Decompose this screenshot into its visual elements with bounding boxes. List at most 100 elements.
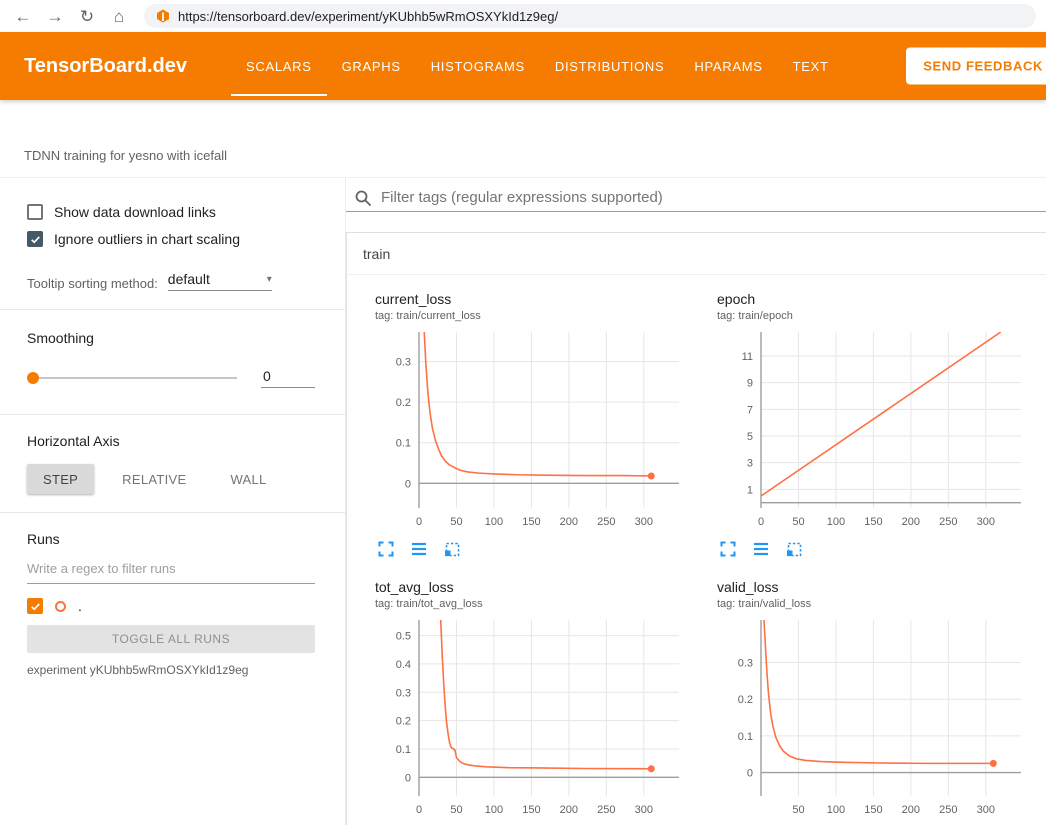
svg-text:300: 300 [635, 516, 653, 528]
svg-text:0: 0 [416, 516, 422, 528]
runs-filter-input[interactable] [27, 551, 315, 584]
axis-wall-button[interactable]: WALL [214, 464, 282, 494]
chart-title: valid_loss [705, 579, 1035, 595]
sidebar-section-smoothing: Smoothing 0 [0, 310, 345, 415]
chart-plot-tot_avg_loss[interactable]: 00.10.20.30.40.5050100150200250300 [363, 614, 685, 820]
chart-card-tot_avg_loss: tot_avg_losstag: train/tot_avg_loss00.10… [363, 579, 693, 825]
svg-text:250: 250 [597, 516, 615, 528]
run-name: . [78, 598, 82, 614]
back-icon[interactable]: ← [10, 8, 36, 25]
svg-text:150: 150 [864, 516, 882, 528]
sidebar-section-runs: Runs . TOGGLE ALL RUNS experiment yKUbhb… [0, 513, 345, 677]
svg-text:0.1: 0.1 [738, 731, 753, 743]
fit-domain-icon[interactable] [443, 540, 461, 563]
runs-label: Runs [27, 531, 315, 547]
svg-text:0.3: 0.3 [396, 357, 411, 369]
tab-text[interactable]: TEXT [778, 32, 844, 100]
sidebar-section-axis: Horizontal Axis STEP RELATIVE WALL [0, 415, 345, 513]
chart-card-current_loss: current_losstag: train/current_loss00.10… [363, 291, 693, 563]
svg-text:0: 0 [405, 478, 411, 490]
expand-icon[interactable] [377, 540, 395, 563]
reload-icon[interactable]: ↻ [74, 8, 100, 25]
ignore-outliers-row[interactable]: Ignore outliers in chart scaling [27, 231, 315, 247]
svg-text:50: 50 [450, 516, 462, 528]
tab-histograms[interactable]: HISTOGRAMS [416, 32, 540, 100]
svg-text:150: 150 [522, 804, 540, 816]
chart-toolbar [705, 540, 1035, 563]
chart-tag-subtitle: tag: train/epoch [705, 310, 1035, 322]
axis-button-group: STEP RELATIVE WALL [27, 464, 315, 494]
send-feedback-button[interactable]: SEND FEEDBACK [906, 48, 1046, 85]
data-table-icon[interactable] [752, 540, 770, 563]
run-checkbox[interactable] [27, 598, 43, 614]
slider-thumb[interactable] [27, 372, 39, 384]
tooltip-sorting-value: default [168, 271, 210, 287]
address-bar[interactable]: https://tensorboard.dev/experiment/yKUbh… [144, 4, 1036, 28]
tag-filter-input[interactable] [381, 189, 1046, 206]
chart-tag-subtitle: tag: train/tot_avg_loss [363, 598, 693, 610]
tooltip-sorting-select[interactable]: default ▾ [168, 271, 272, 291]
ignore-outliers-checkbox[interactable] [27, 231, 43, 247]
tag-group-train: train current_losstag: train/current_los… [346, 232, 1046, 825]
title-band: TDNN training for yesno with icefall [0, 100, 1046, 178]
svg-text:1: 1 [747, 484, 753, 496]
tab-scalars[interactable]: SCALARS [231, 32, 327, 100]
chart-plot-epoch[interactable]: 1357911050100150200250300 [705, 326, 1027, 532]
chart-plot-valid_loss[interactable]: 00.10.20.350100150200250300 [705, 614, 1027, 820]
svg-text:50: 50 [792, 804, 804, 816]
svg-text:200: 200 [560, 516, 578, 528]
run-color-swatch [55, 601, 66, 612]
experiment-title: TDNN training for yesno with icefall [24, 148, 227, 163]
svg-text:100: 100 [485, 516, 503, 528]
axis-relative-button[interactable]: RELATIVE [106, 464, 202, 494]
smoothing-slider[interactable] [27, 377, 237, 379]
svg-text:50: 50 [792, 516, 804, 528]
home-icon[interactable]: ⌂ [106, 8, 132, 25]
expand-icon[interactable] [719, 540, 737, 563]
tab-distributions[interactable]: DISTRIBUTIONS [540, 32, 680, 100]
chart-plot-current_loss[interactable]: 00.10.20.3050100150200250300 [363, 326, 685, 532]
svg-text:300: 300 [977, 516, 995, 528]
chart-card-epoch: epochtag: train/epoch1357911050100150200… [705, 291, 1035, 563]
charts-grid: current_losstag: train/current_loss00.10… [347, 275, 1046, 825]
forward-icon[interactable]: → [42, 8, 68, 25]
svg-text:300: 300 [635, 804, 653, 816]
svg-text:100: 100 [827, 516, 845, 528]
brand-logo: TensorBoard.dev [24, 55, 187, 78]
svg-text:150: 150 [522, 516, 540, 528]
tag-group-header[interactable]: train [347, 233, 1046, 275]
tooltip-sorting-row: Tooltip sorting method: default ▾ [27, 271, 315, 291]
svg-text:200: 200 [902, 516, 920, 528]
data-table-icon[interactable] [410, 540, 428, 563]
show-download-links-row[interactable]: Show data download links [27, 204, 315, 220]
svg-text:9: 9 [747, 378, 753, 390]
smoothing-value-input[interactable]: 0 [261, 368, 315, 388]
ignore-outliers-label: Ignore outliers in chart scaling [54, 231, 240, 247]
fit-domain-icon[interactable] [785, 540, 803, 563]
svg-text:0.3: 0.3 [396, 687, 411, 699]
chart-tag-subtitle: tag: train/valid_loss [705, 598, 1035, 610]
chart-title: epoch [705, 291, 1035, 307]
svg-text:0.1: 0.1 [396, 438, 411, 450]
horizontal-axis-label: Horizontal Axis [27, 433, 315, 449]
svg-text:11: 11 [742, 351, 753, 363]
chart-title: current_loss [363, 291, 693, 307]
tab-graphs[interactable]: GRAPHS [327, 32, 416, 100]
svg-text:250: 250 [597, 804, 615, 816]
svg-text:300: 300 [977, 804, 995, 816]
svg-text:0: 0 [416, 804, 422, 816]
header-tabs: SCALARSGRAPHSHISTOGRAMSDISTRIBUTIONSHPAR… [231, 32, 844, 100]
run-row[interactable]: . [27, 598, 315, 614]
app-header: TensorBoard.dev SCALARSGRAPHSHISTOGRAMSD… [0, 32, 1046, 100]
svg-text:0.2: 0.2 [738, 694, 753, 706]
svg-text:0: 0 [747, 768, 753, 780]
axis-step-button[interactable]: STEP [27, 464, 94, 494]
svg-text:250: 250 [939, 804, 957, 816]
show-download-checkbox[interactable] [27, 204, 43, 220]
svg-text:0.1: 0.1 [396, 744, 411, 756]
content: Show data download links Ignore outliers… [0, 178, 1046, 825]
svg-text:250: 250 [939, 516, 957, 528]
tab-hparams[interactable]: HPARAMS [679, 32, 777, 100]
toggle-all-runs-button[interactable]: TOGGLE ALL RUNS [27, 625, 315, 653]
browser-chrome: ← → ↻ ⌂ https://tensorboard.dev/experime… [0, 0, 1046, 32]
